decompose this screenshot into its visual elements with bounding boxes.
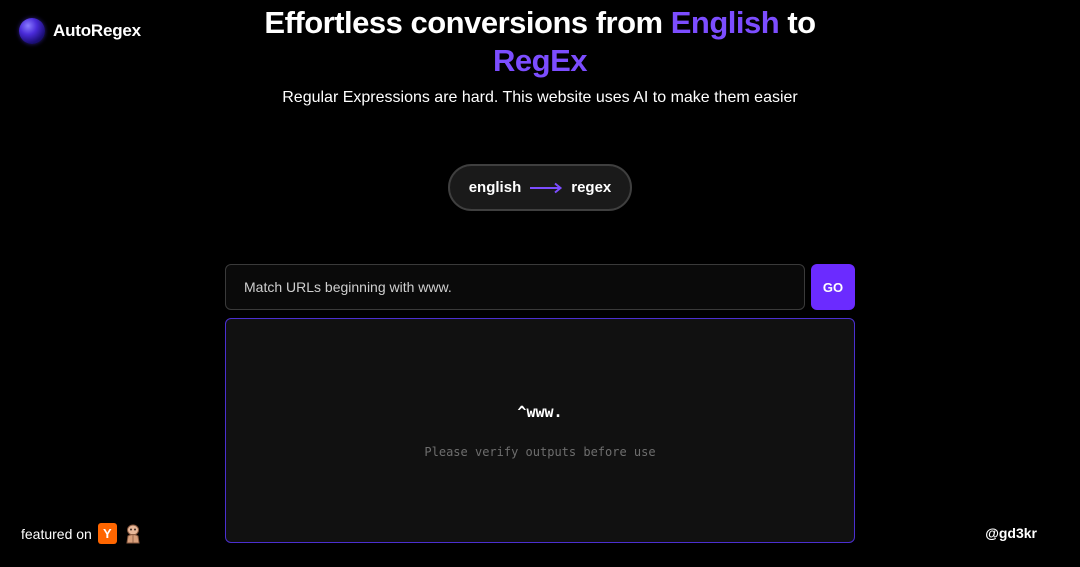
mode-from-label: english: [468, 179, 522, 196]
title-accent-regex: RegEx: [493, 43, 587, 78]
brand-name: AutoRegex: [53, 21, 141, 40]
page: AutoRegex Effortless conversions from En…: [0, 0, 1080, 567]
mode-toggle-button[interactable]: english regex: [448, 164, 632, 211]
featured-on: featured on Y: [21, 523, 144, 544]
regex-output: ^www.: [517, 403, 563, 421]
page-subtitle: Regular Expressions are hard. This websi…: [282, 89, 798, 106]
page-title: Effortless conversions from English to R…: [200, 4, 880, 80]
product-hunt-icon[interactable]: [123, 523, 144, 544]
mode-to-label: regex: [571, 179, 612, 196]
title-text: Effortless conversions from: [264, 5, 671, 40]
output-panel: ^www. Please verify outputs before use: [225, 318, 855, 543]
go-button[interactable]: GO: [811, 264, 855, 310]
product-hunt-mascot-icon: [126, 524, 140, 544]
title-text-to: to: [779, 5, 816, 40]
ycombinator-icon[interactable]: Y: [97, 523, 117, 544]
featured-label: featured on: [21, 525, 92, 542]
verify-note: Please verify outputs before use: [424, 445, 656, 459]
title-accent-english: English: [670, 5, 780, 40]
query-input[interactable]: [225, 264, 805, 310]
brand-logo[interactable]: AutoRegex: [19, 18, 141, 44]
arrow-right-icon: [530, 182, 563, 193]
logo-orb-icon: [19, 18, 45, 44]
author-handle-link[interactable]: @gd3kr: [985, 525, 1037, 541]
